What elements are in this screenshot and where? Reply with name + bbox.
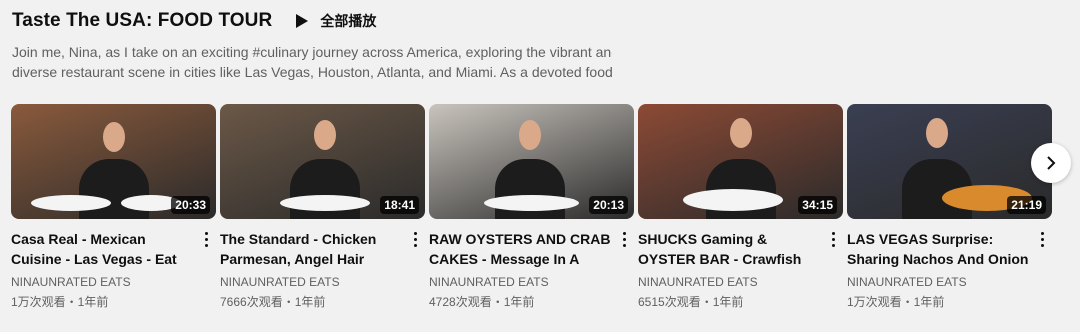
video-title[interactable]: Casa Real - Mexican Cuisine - Las Vegas … [11,229,196,269]
video-stats: 7666次观看・1年前 [220,295,326,309]
thumbnail-face [730,118,752,148]
duration-badge: 20:13 [589,196,628,214]
thumbnail-plate [280,195,370,211]
shelf-description[interactable]: Join me, Nina, as I take on an exciting … [12,42,612,82]
video-thumbnail[interactable]: 18:41 [220,104,425,219]
more-options-icon[interactable] [405,229,425,310]
video-row: 20:33 Casa Real - Mexican Cuisine - Las … [11,104,1052,310]
shelf-header: Taste The USA: FOOD TOUR 全部播放 [12,10,376,32]
more-options-icon[interactable] [196,229,216,310]
video-stats: 1万次观看・1年前 [847,295,945,309]
video-card[interactable]: 21:19 LAS VEGAS Surprise: Sharing Nachos… [847,104,1052,310]
video-title[interactable]: SHUCKS Gaming & OYSTER BAR - Crawfish Bo… [638,229,823,269]
video-title[interactable]: The Standard - Chicken Parmesan, Angel H… [220,229,405,269]
duration-badge: 34:15 [798,196,837,214]
video-stats: 6515次观看・1年前 [638,295,744,309]
video-card[interactable]: 18:41 The Standard - Chicken Parmesan, A… [220,104,425,310]
chevron-right-icon [1047,156,1056,170]
thumbnail-plate [484,195,579,211]
video-card[interactable]: 20:33 Casa Real - Mexican Cuisine - Las … [11,104,216,310]
play-all-label: 全部播放 [320,13,377,29]
duration-badge: 21:19 [1007,196,1046,214]
video-title[interactable]: RAW OYSTERS AND CRAB CAKES - Message In … [429,229,614,269]
thumbnail-face [103,122,125,152]
channel-name[interactable]: NINAUNRATED EATS [11,275,196,289]
more-options-icon[interactable] [614,229,634,310]
video-thumbnail[interactable]: 21:19 [847,104,1052,219]
more-options-icon[interactable] [823,229,843,310]
video-card[interactable]: 20:13 RAW OYSTERS AND CRAB CAKES - Messa… [429,104,634,310]
play-all-button[interactable]: 全部播放 [296,11,376,31]
thumbnail-face [519,120,541,150]
thumbnail-plate [683,189,783,211]
shelf-title[interactable]: Taste The USA: FOOD TOUR [12,10,272,32]
duration-badge: 20:33 [171,196,210,214]
channel-name[interactable]: NINAUNRATED EATS [638,275,823,289]
channel-name[interactable]: NINAUNRATED EATS [847,275,1032,289]
duration-badge: 18:41 [380,196,419,214]
channel-name[interactable]: NINAUNRATED EATS [429,275,614,289]
video-thumbnail[interactable]: 34:15 [638,104,843,219]
channel-name[interactable]: NINAUNRATED EATS [220,275,405,289]
next-arrow-button[interactable] [1031,143,1071,183]
description-line-2: diverse restaurant scene in cities like … [12,64,612,80]
thumbnail-face [926,118,948,148]
thumbnail-face [314,120,336,150]
video-thumbnail[interactable]: 20:33 [11,104,216,219]
more-options-icon[interactable] [1032,229,1052,310]
video-stats: 4728次观看・1年前 [429,295,535,309]
video-card[interactable]: 34:15 SHUCKS Gaming & OYSTER BAR - Crawf… [638,104,843,310]
thumbnail-plate [31,195,111,211]
description-line-1: Join me, Nina, as I take on an exciting … [12,44,612,60]
play-icon [296,14,309,28]
video-thumbnail[interactable]: 20:13 [429,104,634,219]
video-stats: 1万次观看・1年前 [11,295,109,309]
video-title[interactable]: LAS VEGAS Surprise: Sharing Nachos And O… [847,229,1032,269]
